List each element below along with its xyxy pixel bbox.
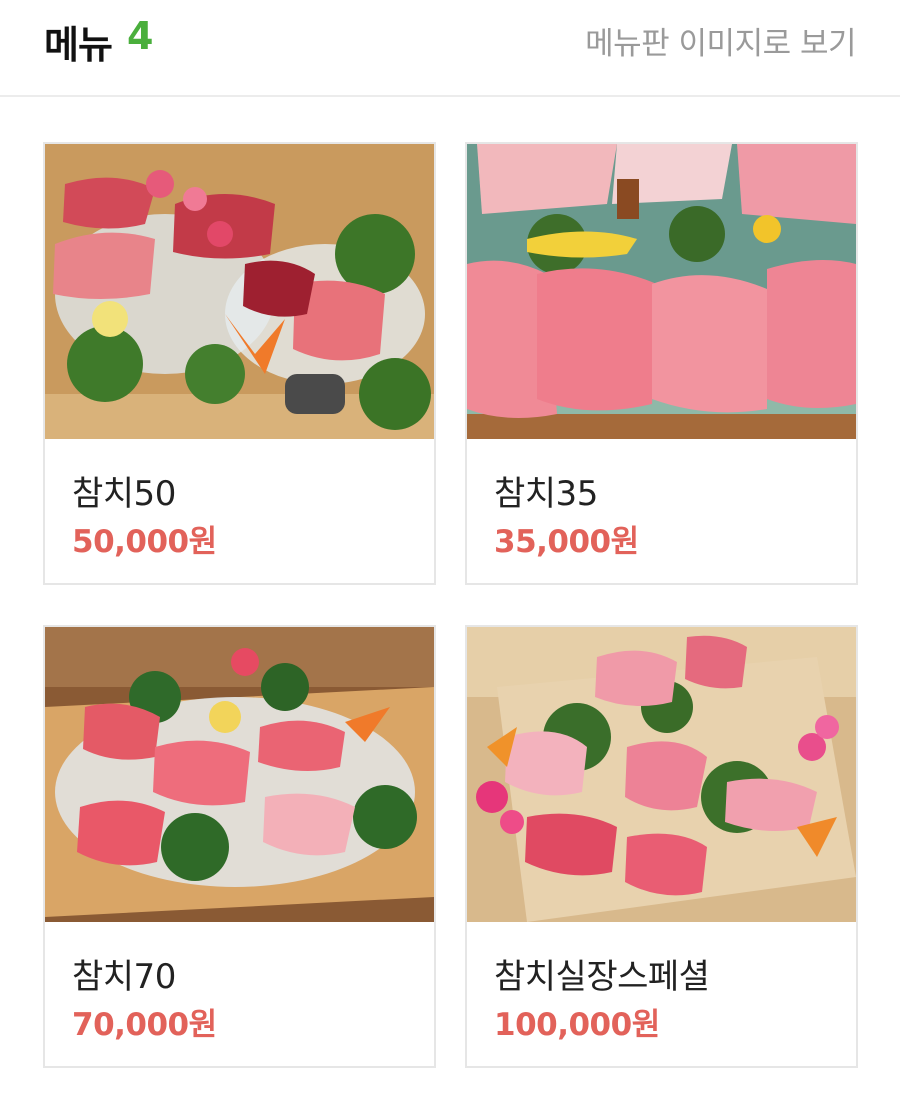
menu-item-price: 70,000원: [72, 1007, 217, 1043]
menu-item-price: 100,000원: [494, 1007, 660, 1043]
menu-item-card[interactable]: 참치50 50,000원: [43, 142, 436, 585]
menu-item-name: 참치35: [494, 474, 598, 514]
menu-item-card[interactable]: 참치35 35,000원: [465, 142, 858, 585]
menu-item-price: 50,000원: [72, 524, 217, 560]
menu-item-price: 35,000원: [494, 524, 639, 560]
menu-item-photo: [467, 144, 856, 439]
menu-title: 메뉴: [44, 23, 113, 67]
menu-item-photo: [45, 627, 434, 922]
menu-item-name: 참치70: [72, 957, 176, 997]
menu-item-photo: [45, 144, 434, 439]
menu-item-photo: [467, 627, 856, 922]
menu-item-card[interactable]: 참치70 70,000원: [43, 625, 436, 1068]
menu-item-card[interactable]: 참치실장스페셜 100,000원: [465, 625, 858, 1068]
menu-item-name: 참치실장스페셜: [494, 957, 710, 997]
menu-count: 4: [127, 14, 154, 58]
view-menu-board-image-link[interactable]: 메뉴판 이미지로 보기: [585, 18, 856, 63]
menu-item-name: 참치50: [72, 474, 176, 514]
menu-header: 메뉴 4 메뉴판 이미지로 보기: [0, 0, 900, 97]
